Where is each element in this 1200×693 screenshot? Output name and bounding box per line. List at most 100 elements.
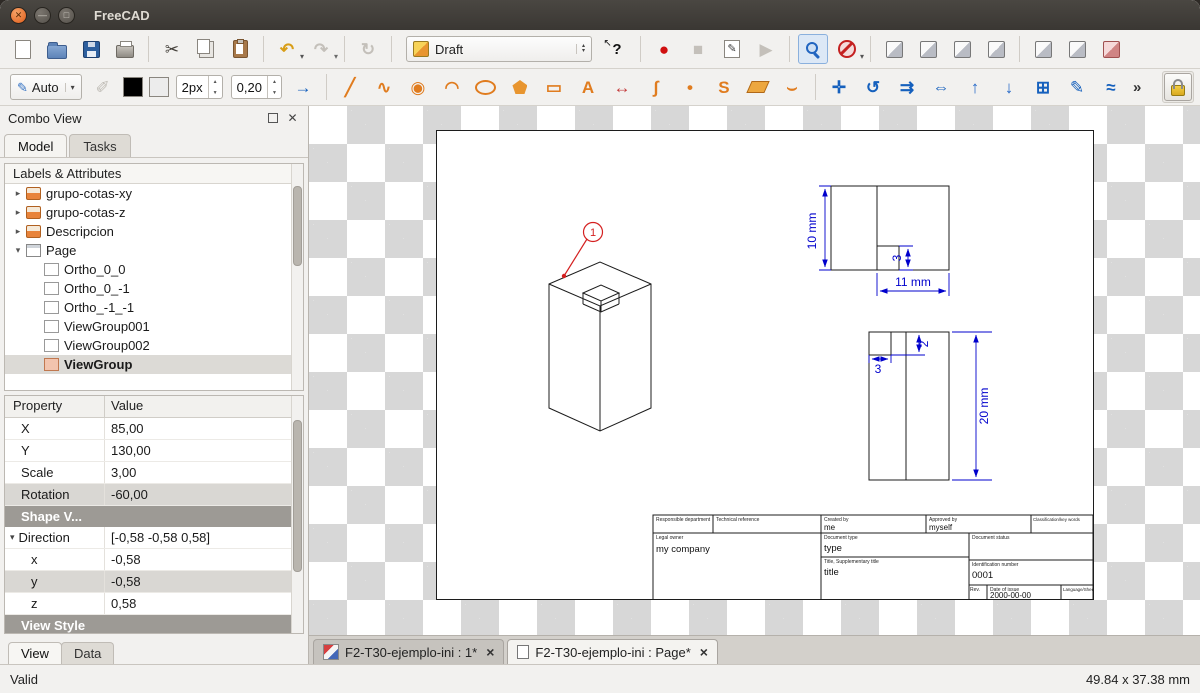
view-rear-icon[interactable]: [1028, 34, 1058, 64]
property-scrollbar-thumb[interactable]: [293, 420, 302, 572]
expander-icon[interactable]: ▾: [10, 532, 15, 543]
property-row-rotation[interactable]: Rotation-60,00: [5, 484, 303, 506]
view-front-icon[interactable]: [913, 34, 943, 64]
copy-icon[interactable]: [191, 34, 221, 64]
tree-item-grupo-cotas-z[interactable]: ▸grupo-cotas-z: [5, 203, 303, 222]
draft-rectangle-icon[interactable]: ▭: [539, 72, 569, 102]
line-color-swatch[interactable]: [123, 77, 143, 97]
property-row-z[interactable]: z0,58: [5, 593, 303, 615]
property-row-x[interactable]: X85,00: [5, 418, 303, 440]
line-width-spin-buttons[interactable]: ▲▼: [208, 76, 222, 98]
draft-facebinder-icon[interactable]: [743, 72, 773, 102]
draft-shapestring-icon[interactable]: S: [709, 72, 739, 102]
property-value[interactable]: 130,00: [105, 440, 303, 461]
property-row-y[interactable]: Y130,00: [5, 440, 303, 462]
close-tab-icon[interactable]: ×: [486, 644, 494, 660]
property-value[interactable]: -60,00: [105, 484, 303, 505]
working-plane-dropdown-icon[interactable]: ▾: [65, 83, 75, 92]
macro-edit-icon[interactable]: ✎: [717, 34, 747, 64]
draft-ellipse-icon[interactable]: [471, 72, 501, 102]
tree-item-descripcion[interactable]: ▸Descripcion: [5, 222, 303, 241]
property-value[interactable]: 85,00: [105, 418, 303, 439]
property-value[interactable]: 0,58: [105, 593, 303, 614]
drawing-page[interactable]: 1 10 mm: [436, 130, 1094, 600]
view-isometric-icon[interactable]: [879, 34, 909, 64]
tree-scrollbar[interactable]: [291, 164, 303, 390]
draft-offset-icon[interactable]: ⇉: [892, 72, 922, 102]
snap-toggle-icon[interactable]: ✐: [88, 72, 118, 102]
print-icon[interactable]: [110, 34, 140, 64]
draw-style-icon[interactable]: ▾: [832, 34, 862, 64]
face-color-swatch[interactable]: [149, 77, 169, 97]
workbench-selector[interactable]: Draft ▴▾: [406, 36, 592, 62]
draft-edit-icon[interactable]: ✎: [1062, 72, 1092, 102]
tab-tasks[interactable]: Tasks: [69, 134, 130, 157]
titlebar[interactable]: ✕ — □ FreeCAD: [0, 0, 1200, 30]
draft-downgrade-icon[interactable]: ↓: [994, 72, 1024, 102]
minimize-window-button[interactable]: —: [34, 7, 51, 24]
document-tab-f2-t30-ejemplo-ini-page[interactable]: F2-T30-ejemplo-ini : Page*×: [507, 639, 718, 664]
draft-point-icon[interactable]: •: [675, 72, 705, 102]
close-panel-icon[interactable]: ✕: [285, 111, 300, 126]
tree-item-viewgroup[interactable]: ViewGroup: [5, 355, 303, 374]
close-tab-icon[interactable]: ×: [700, 644, 708, 660]
draft-bspline-icon[interactable]: ∫: [641, 72, 671, 102]
whats-this-icon[interactable]: ?: [602, 34, 632, 64]
macro-record-icon[interactable]: ●: [649, 34, 679, 64]
float-panel-icon[interactable]: [265, 111, 280, 126]
tree-item-grupo-cotas-xy[interactable]: ▸grupo-cotas-xy: [5, 184, 303, 203]
property-row-x[interactable]: x-0,58: [5, 549, 303, 571]
tree-item-ortho-1-1[interactable]: Ortho_-1_-1: [5, 298, 303, 317]
property-value[interactable]: -0,58: [105, 571, 303, 592]
draw-style-icon-dropdown[interactable]: ▾: [860, 52, 864, 61]
draft-wire-icon[interactable]: ∿: [369, 72, 399, 102]
redo-icon-dropdown[interactable]: ▾: [334, 52, 338, 61]
property-row-direction[interactable]: ▾Direction[-0,58 -0,58 0,58]: [5, 527, 303, 549]
document-tab-f2-t30-ejemplo-ini-1[interactable]: F2-T30-ejemplo-ini : 1*×: [313, 639, 504, 664]
draft-bezier-icon[interactable]: ⌣: [777, 72, 807, 102]
paste-icon[interactable]: [225, 34, 255, 64]
draft-move-icon[interactable]: ✛: [824, 72, 854, 102]
maximize-window-button[interactable]: □: [58, 7, 75, 24]
apply-style-icon[interactable]: →: [288, 72, 318, 102]
scale-spin-buttons[interactable]: ▲▼: [267, 76, 281, 98]
redo-icon[interactable]: ↷▾: [306, 34, 336, 64]
draft-scale-icon[interactable]: ⊞: [1028, 72, 1058, 102]
tree-item-viewgroup001[interactable]: ViewGroup001: [5, 317, 303, 336]
toolbar-overflow-button[interactable]: »: [1133, 79, 1141, 96]
draft-dimension-icon[interactable]: ↔: [607, 72, 637, 102]
tab-data[interactable]: Data: [61, 642, 114, 664]
combo-arrows-icon[interactable]: ▴▾: [576, 44, 585, 54]
property-value[interactable]: -0,58: [105, 549, 303, 570]
working-plane-selector[interactable]: ✎ Auto ▾: [10, 74, 82, 100]
tree-item-page[interactable]: ▾Page: [5, 241, 303, 260]
macro-play-icon[interactable]: ▶: [751, 34, 781, 64]
tree-item-viewgroup002[interactable]: ViewGroup002: [5, 336, 303, 355]
view-top-icon[interactable]: [947, 34, 977, 64]
property-value[interactable]: [-0,58 -0,58 0,58]: [105, 527, 303, 548]
refresh-icon[interactable]: ↻: [353, 34, 383, 64]
scale-spinner[interactable]: 0,20 ▲▼: [231, 75, 282, 99]
save-icon[interactable]: [76, 34, 106, 64]
tree-scrollbar-thumb[interactable]: [293, 186, 302, 266]
draft-upgrade-icon[interactable]: ↑: [960, 72, 990, 102]
view-left-icon[interactable]: [1096, 34, 1126, 64]
tree-item-ortho-0-1[interactable]: Ortho_0_-1: [5, 279, 303, 298]
lock-button[interactable]: [1164, 73, 1192, 101]
draft-polygon-icon[interactable]: [505, 72, 535, 102]
property-value[interactable]: 3,00: [105, 462, 303, 483]
tab-view[interactable]: View: [8, 642, 62, 664]
property-scrollbar[interactable]: [291, 396, 303, 633]
undo-icon[interactable]: ↶▾: [272, 34, 302, 64]
property-group-view-style[interactable]: View Style: [5, 615, 303, 634]
draft-line-icon[interactable]: ╱: [335, 72, 365, 102]
expander-icon[interactable]: ▾: [11, 245, 25, 256]
undo-icon-dropdown[interactable]: ▾: [300, 52, 304, 61]
box-zoom-icon[interactable]: [798, 34, 828, 64]
cut-icon[interactable]: ✂: [157, 34, 187, 64]
property-row-scale[interactable]: Scale3,00: [5, 462, 303, 484]
draft-rotate-icon[interactable]: ↺: [858, 72, 888, 102]
draft-trimex-icon[interactable]: ⇔: [926, 72, 956, 102]
tree-item-ortho-0-0[interactable]: Ortho_0_0: [5, 260, 303, 279]
view-bottom-icon[interactable]: [1062, 34, 1092, 64]
